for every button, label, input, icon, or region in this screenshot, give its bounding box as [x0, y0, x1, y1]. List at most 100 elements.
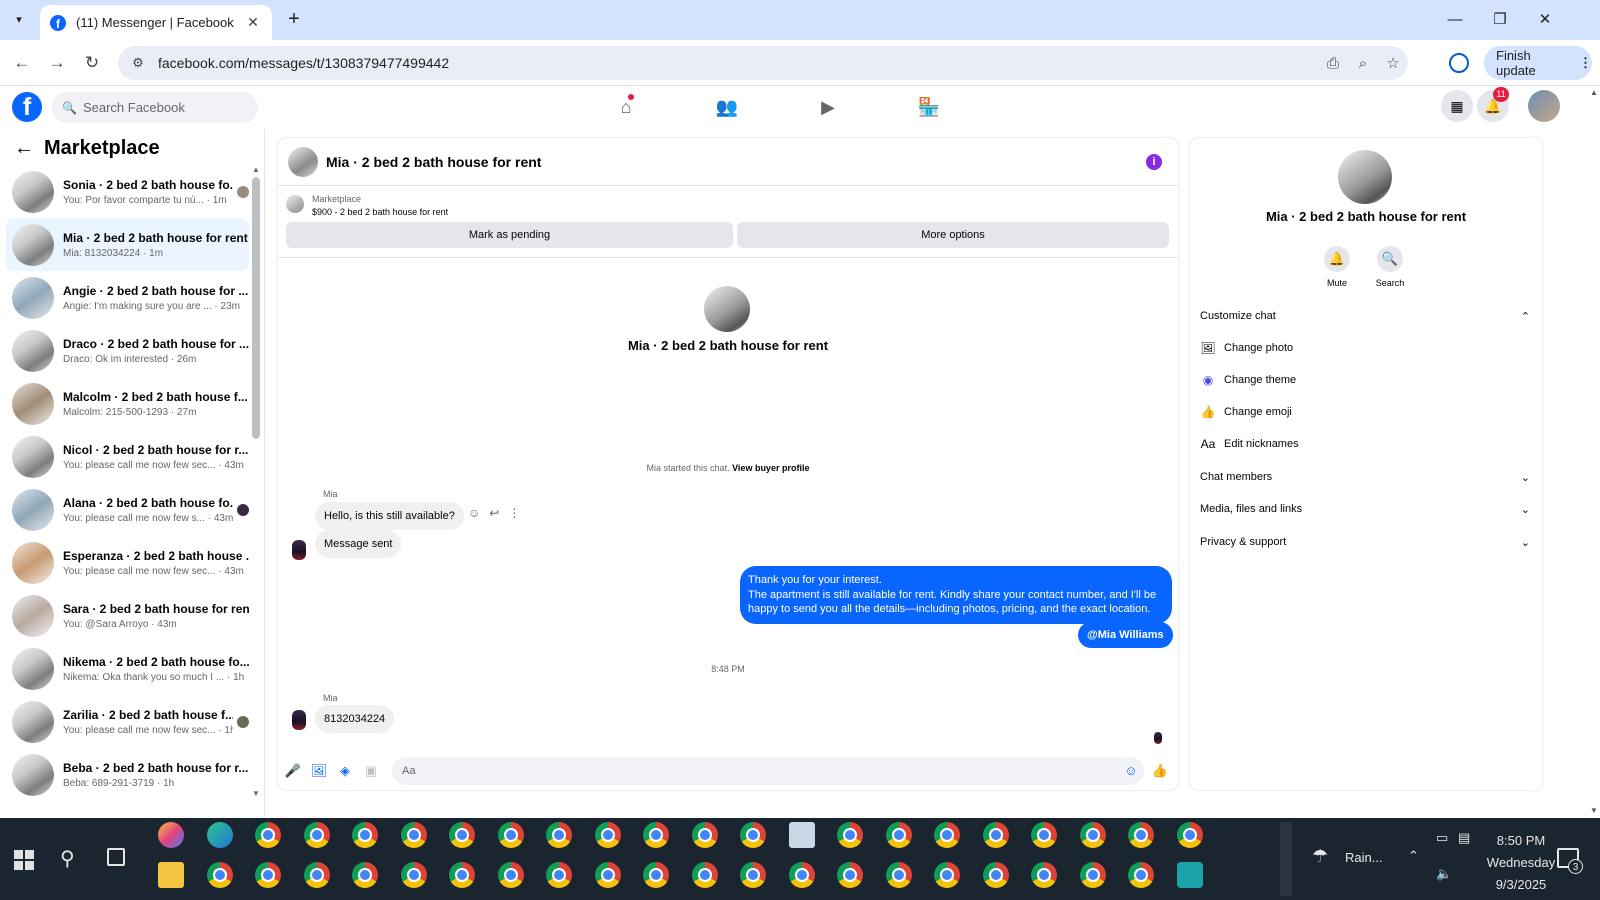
chrome-icon[interactable]	[255, 822, 281, 848]
bookmark-star-icon[interactable]: ☆	[1378, 54, 1408, 72]
more-options-button[interactable]: More options	[737, 222, 1169, 248]
chat-avatar[interactable]	[288, 146, 318, 177]
browser-profile-icon[interactable]	[1449, 53, 1469, 73]
site-info-icon[interactable]: ⚙	[128, 53, 148, 73]
listing-thumbnail[interactable]	[286, 195, 304, 213]
chrome-icon[interactable]	[982, 862, 1009, 888]
meet-now-icon[interactable]: ▭	[1436, 830, 1448, 846]
app-s-icon[interactable]	[1176, 862, 1203, 888]
incoming-message[interactable]: Message sent	[315, 530, 402, 558]
conversation-item[interactable]: Beba · 2 bed 2 bath house for r... Beba: …	[6, 748, 249, 801]
facebook-logo-icon[interactable]: f	[12, 92, 42, 122]
conversation-item[interactable]: Sara · 2 bed 2 bath house for rent You: @…	[6, 589, 249, 642]
edit-nicknames-item[interactable]: Aa Edit nicknames	[1200, 429, 1532, 459]
chrome-icon[interactable]	[837, 862, 863, 888]
windows-start-icon[interactable]	[14, 850, 34, 870]
notifications-bell-icon[interactable]: 🔔 11	[1477, 87, 1509, 122]
mute-button[interactable]: 🔔 Mute	[1315, 246, 1359, 288]
sidebar-scroll-up-icon[interactable]: ▲	[252, 165, 260, 174]
conversation-item[interactable]: Sonia · 2 bed 2 bath house fo... You: Por…	[6, 165, 249, 218]
edge-icon[interactable]	[206, 822, 233, 848]
media-files-section[interactable]: Media, files and links ⌄	[1200, 494, 1532, 524]
chrome-icon[interactable]	[885, 822, 912, 848]
taskbar-scroll-control[interactable]	[1280, 822, 1292, 896]
conversation-item[interactable]: Draco · 2 bed 2 bath house for ... Draco:…	[6, 324, 249, 377]
tab-close-icon[interactable]: ✕	[244, 14, 262, 31]
chrome-icon[interactable]	[1031, 862, 1057, 888]
page-scroll-down-icon[interactable]: ▼	[1590, 806, 1598, 815]
chrome-icon[interactable]	[449, 862, 475, 888]
chrome-icon[interactable]	[1128, 822, 1154, 848]
task-view-icon[interactable]	[107, 848, 125, 866]
chrome-icon[interactable]	[1079, 862, 1106, 888]
conversation-info-icon[interactable]: i	[1146, 153, 1162, 170]
close-window-button[interactable]: ✕	[1530, 8, 1560, 32]
new-tab-button[interactable]: +	[282, 8, 306, 32]
sidebar-scroll-down-icon[interactable]: ▼	[252, 789, 260, 798]
photo-attach-icon[interactable]: 🖼	[310, 762, 328, 780]
listing-price-title[interactable]: $900 - 2 bed 2 bath house for rent	[312, 207, 448, 217]
change-photo-item[interactable]: 🖼 Change photo	[1200, 333, 1532, 363]
change-emoji-item[interactable]: 👍 Change emoji	[1200, 397, 1532, 427]
facebook-search-input[interactable]: 🔍 Search Facebook	[52, 92, 258, 123]
microphone-icon[interactable]: 🎤	[284, 762, 302, 780]
chrome-icon[interactable]	[691, 862, 718, 888]
chrome-icon[interactable]	[497, 822, 524, 848]
sidebar-scrollbar[interactable]	[252, 177, 260, 439]
chrome-icon[interactable]	[1031, 822, 1057, 848]
chrome-icon[interactable]	[449, 822, 475, 848]
reload-button[interactable]: ↻	[80, 51, 104, 75]
chrome-icon[interactable]	[400, 822, 427, 848]
conversation-item[interactable]: Esperanza · 2 bed 2 bath house ... You: p…	[6, 536, 249, 589]
message-input[interactable]: Aa	[392, 757, 1144, 785]
install-app-icon[interactable]: ⎙	[1318, 55, 1348, 72]
chrome-icon[interactable]	[691, 822, 718, 848]
reply-icon[interactable]: ↩	[489, 506, 499, 520]
chrome-icon[interactable]	[497, 862, 524, 888]
incoming-message[interactable]: 8132034224	[315, 705, 395, 733]
weather-text[interactable]: Rain...	[1345, 850, 1383, 865]
conversation-item[interactable]: Nicol · 2 bed 2 bath house for r... You: …	[6, 430, 249, 483]
weather-icon[interactable]: ☂	[1312, 846, 1328, 867]
chrome-icon[interactable]	[885, 862, 912, 888]
chrome-icon[interactable]	[594, 862, 621, 888]
menu-grid-icon[interactable]: ▦	[1441, 90, 1473, 122]
customize-chat-section[interactable]: Customize chat ⌃	[1200, 301, 1532, 331]
back-arrow-icon[interactable]: ←	[14, 137, 34, 160]
copilot-icon[interactable]	[158, 822, 184, 848]
chat-members-section[interactable]: Chat members ⌄	[1200, 462, 1532, 492]
gif-icon[interactable]: ▣	[362, 762, 380, 780]
tab-search-dropdown-icon[interactable]: ▾	[8, 8, 30, 30]
chrome-icon[interactable]	[594, 822, 621, 848]
volume-icon[interactable]: 🔈	[1436, 866, 1452, 882]
chrome-icon[interactable]	[740, 862, 766, 888]
page-scroll-up-icon[interactable]: ▲	[1590, 88, 1598, 97]
thumbs-up-icon[interactable]: 👍	[1151, 762, 1169, 780]
forward-button[interactable]: →	[45, 51, 69, 75]
more-icon[interactable]: ⋮	[508, 506, 520, 520]
chrome-icon[interactable]	[546, 822, 572, 848]
chrome-icon[interactable]	[255, 862, 281, 888]
chrome-icon[interactable]	[206, 862, 233, 888]
chrome-icon[interactable]	[982, 822, 1009, 848]
chrome-icon[interactable]	[352, 862, 378, 888]
url-text[interactable]: facebook.com/messages/t/1308379477499442	[158, 55, 1318, 71]
chrome-icon[interactable]	[1079, 822, 1106, 848]
contact-card-icon[interactable]	[788, 822, 815, 848]
minimize-button[interactable]: —	[1440, 8, 1470, 32]
chrome-icon[interactable]	[837, 822, 863, 848]
chrome-icon[interactable]	[740, 822, 766, 848]
chrome-icon[interactable]	[400, 862, 427, 888]
back-button[interactable]: ←	[10, 51, 34, 75]
conversation-item[interactable]: Malcolm · 2 bed 2 bath house f... Malcolm…	[6, 377, 249, 430]
react-icon[interactable]: ☺	[468, 506, 480, 520]
conversation-item[interactable]: Zarilia · 2 bed 2 bath house f... You: pl…	[6, 695, 249, 748]
view-buyer-profile-link[interactable]: View buyer profile	[732, 463, 809, 473]
privacy-support-section[interactable]: Privacy & support ⌄	[1200, 527, 1532, 557]
chrome-icon[interactable]	[934, 862, 960, 888]
chrome-icon[interactable]	[546, 862, 572, 888]
emoji-icon[interactable]: ☺	[1122, 762, 1140, 780]
conversation-item[interactable]: Angie · 2 bed 2 bath house for ... Angie:…	[6, 271, 249, 324]
change-theme-item[interactable]: ◉ Change theme	[1200, 365, 1532, 395]
video-nav-icon[interactable]: ▶	[808, 93, 848, 121]
